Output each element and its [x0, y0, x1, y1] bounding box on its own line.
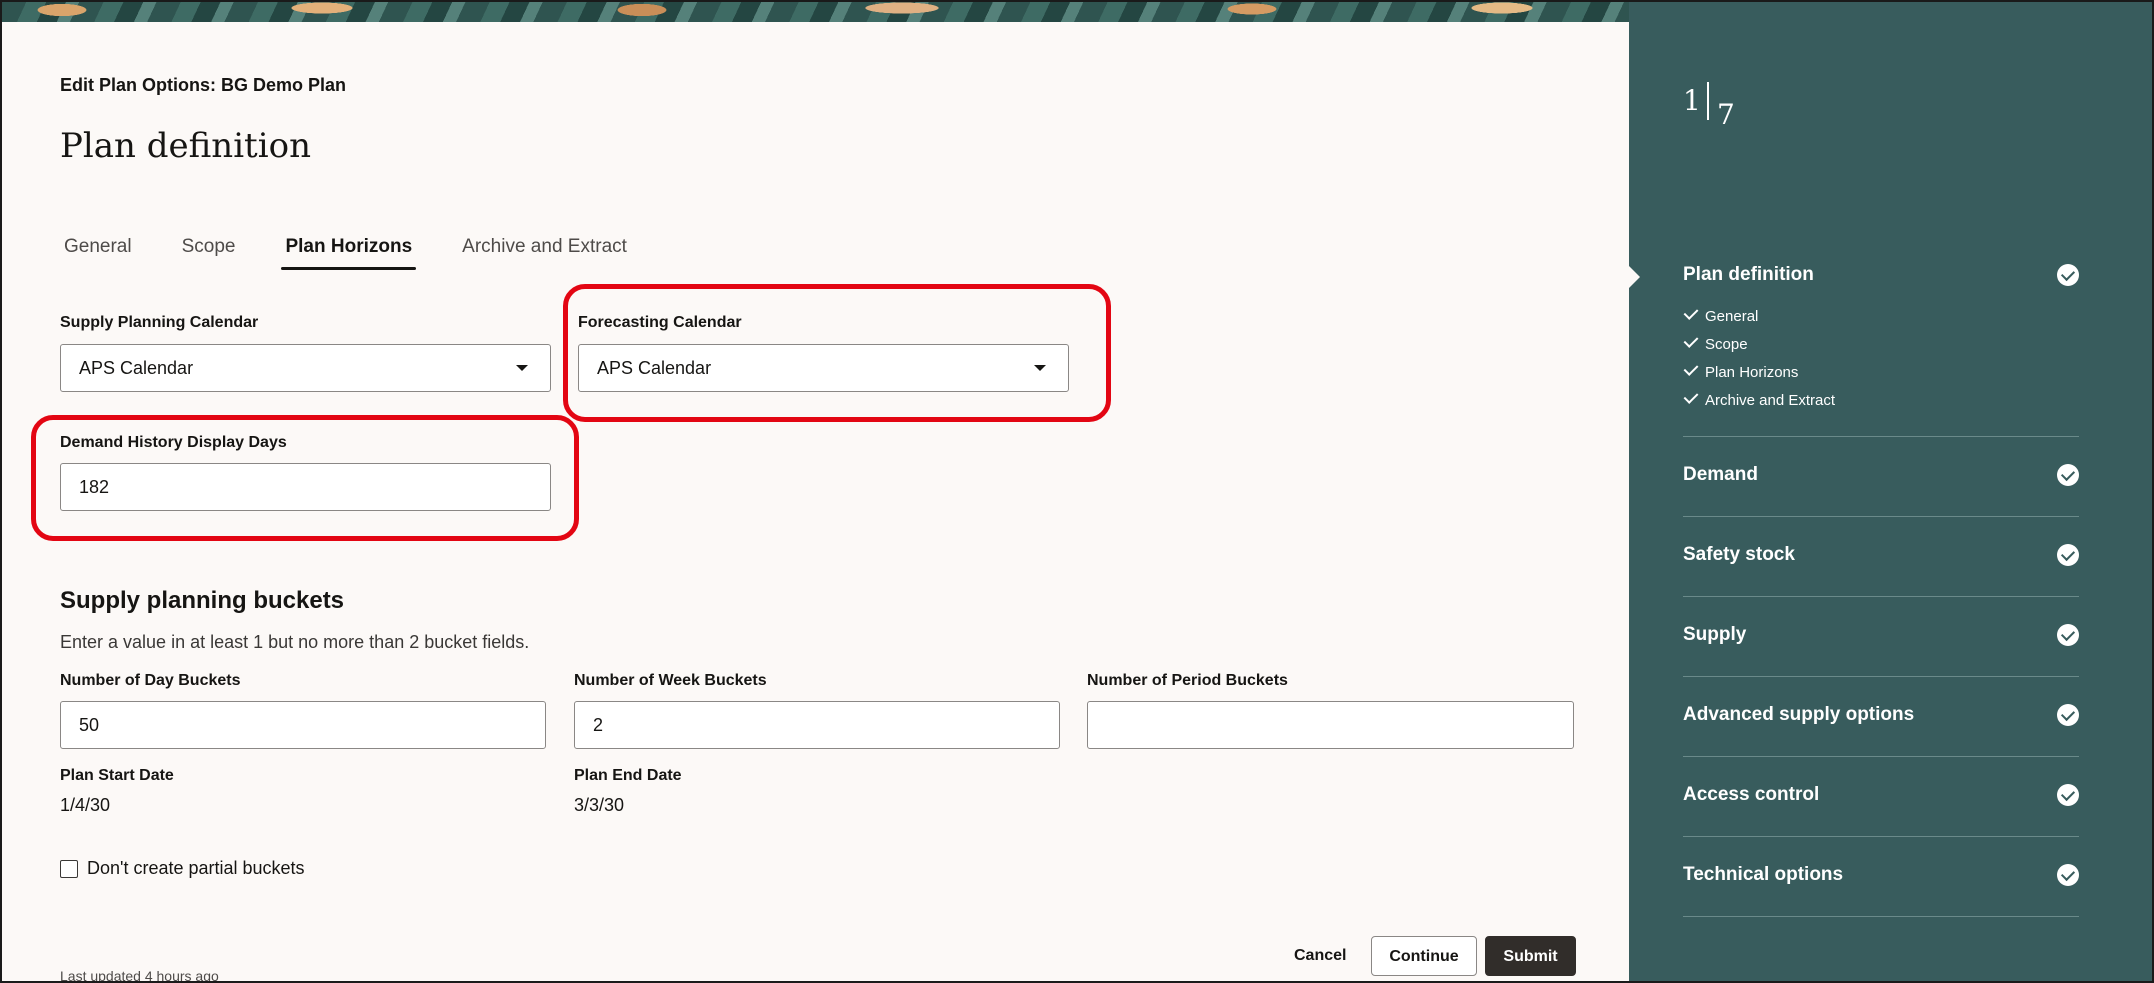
substep-plan-horizons[interactable]: Plan Horizons: [1683, 361, 1799, 381]
substep-archive-and-extract[interactable]: Archive and Extract: [1683, 389, 1836, 409]
tab-plan-horizons[interactable]: Plan Horizons: [281, 230, 416, 286]
page-eyebrow: Edit Plan Options: BG Demo Plan: [60, 75, 347, 95]
partial-buckets-label[interactable]: Don't create partial buckets: [87, 858, 305, 879]
step-label: Demand: [1683, 464, 1758, 485]
current-step-pointer: [1629, 266, 1640, 288]
nav-divider: [1683, 596, 2079, 597]
continue-button[interactable]: Continue: [1371, 936, 1477, 976]
nav-divider: [1683, 676, 2079, 677]
nav-divider: [1683, 516, 2079, 517]
step-label: Plan definition: [1683, 264, 1814, 285]
chevron-down-icon: [516, 365, 528, 371]
tab-bar: General Scope Plan Horizons Archive and …: [60, 230, 673, 286]
demand-history-label: Demand History Display Days: [60, 434, 287, 451]
check-circle-icon: [2057, 544, 2079, 566]
substep-scope[interactable]: Scope: [1683, 333, 1748, 353]
partial-buckets-checkbox[interactable]: [60, 860, 78, 878]
nav-divider: [1683, 836, 2079, 837]
supply-calendar-select[interactable]: APS Calendar: [60, 344, 551, 392]
app-window: Edit Plan Options: BG Demo Plan Plan def…: [0, 0, 2154, 983]
step-separator: [1707, 82, 1709, 120]
plan-start-date-value: 1/4/30: [60, 795, 111, 815]
substep-label: Plan Horizons: [1705, 364, 1799, 381]
nav-divider: [1683, 756, 2079, 757]
step-access-control[interactable]: Access control: [1683, 784, 2079, 810]
buckets-section-title: Supply planning buckets: [60, 587, 345, 614]
cancel-button[interactable]: Cancel: [1288, 936, 1350, 976]
plan-end-date-label: Plan End Date: [574, 767, 682, 784]
demand-history-input[interactable]: [60, 463, 551, 511]
step-plan-definition[interactable]: Plan definition: [1683, 264, 2079, 290]
step-label: Safety stock: [1683, 544, 1795, 565]
step-supply[interactable]: Supply: [1683, 624, 2079, 650]
step-technical-options[interactable]: Technical options: [1683, 864, 2079, 890]
period-buckets-input[interactable]: [1087, 701, 1574, 749]
step-advanced-supply-options[interactable]: Advanced supply options: [1683, 704, 2079, 730]
tab-scope[interactable]: Scope: [178, 230, 240, 286]
check-icon: [1683, 389, 1699, 404]
check-icon: [1683, 333, 1699, 348]
substep-label: Archive and Extract: [1705, 392, 1836, 409]
check-circle-icon: [2057, 864, 2079, 886]
period-buckets-label: Number of Period Buckets: [1087, 672, 1288, 689]
step-current: 1: [1683, 84, 1701, 117]
day-buckets-input[interactable]: [60, 701, 546, 749]
check-icon: [1683, 361, 1699, 376]
plan-start-date-label: Plan Start Date: [60, 767, 174, 784]
tab-general[interactable]: General: [60, 230, 136, 286]
substep-label: Scope: [1705, 336, 1748, 353]
substep-label: General: [1705, 308, 1759, 325]
check-circle-icon: [2057, 704, 2079, 726]
step-label: Advanced supply options: [1683, 704, 1915, 725]
chevron-down-icon: [1034, 365, 1046, 371]
supply-calendar-value: APS Calendar: [79, 358, 194, 378]
main-content: Edit Plan Options: BG Demo Plan Plan def…: [2, 22, 1629, 983]
step-demand[interactable]: Demand: [1683, 464, 2079, 490]
forecast-calendar-value: APS Calendar: [597, 358, 712, 378]
step-safety-stock[interactable]: Safety stock: [1683, 544, 2079, 570]
last-updated-text: Last updated 4 hours ago: [60, 968, 219, 983]
nav-divider: [1683, 436, 2079, 437]
check-circle-icon: [2057, 264, 2079, 286]
day-buckets-label: Number of Day Buckets: [60, 672, 241, 689]
step-sidebar: 1 7 Plan definition General Scope Plan H…: [1629, 2, 2152, 981]
step-total: 7: [1717, 98, 1735, 131]
forecast-calendar-select[interactable]: APS Calendar: [578, 344, 1069, 392]
check-circle-icon: [2057, 624, 2079, 646]
substep-general[interactable]: General: [1683, 305, 1759, 325]
buckets-helper-text: Enter a value in at least 1 but no more …: [60, 632, 530, 652]
nav-divider: [1683, 916, 2079, 917]
check-circle-icon: [2057, 784, 2079, 806]
plan-end-date-value: 3/3/30: [574, 795, 625, 815]
forecast-calendar-label: Forecasting Calendar: [578, 314, 742, 331]
check-icon: [1683, 305, 1699, 320]
step-label: Supply: [1683, 624, 1747, 645]
decorative-banner: [2, 2, 1629, 22]
step-label: Technical options: [1683, 864, 1844, 885]
submit-button[interactable]: Submit: [1485, 936, 1576, 976]
supply-calendar-label: Supply Planning Calendar: [60, 314, 259, 331]
tab-archive-and-extract[interactable]: Archive and Extract: [458, 230, 631, 286]
week-buckets-label: Number of Week Buckets: [574, 672, 767, 689]
step-label: Access control: [1683, 784, 1820, 805]
check-circle-icon: [2057, 464, 2079, 486]
week-buckets-input[interactable]: [574, 701, 1060, 749]
page-title: Plan definition: [60, 126, 311, 166]
